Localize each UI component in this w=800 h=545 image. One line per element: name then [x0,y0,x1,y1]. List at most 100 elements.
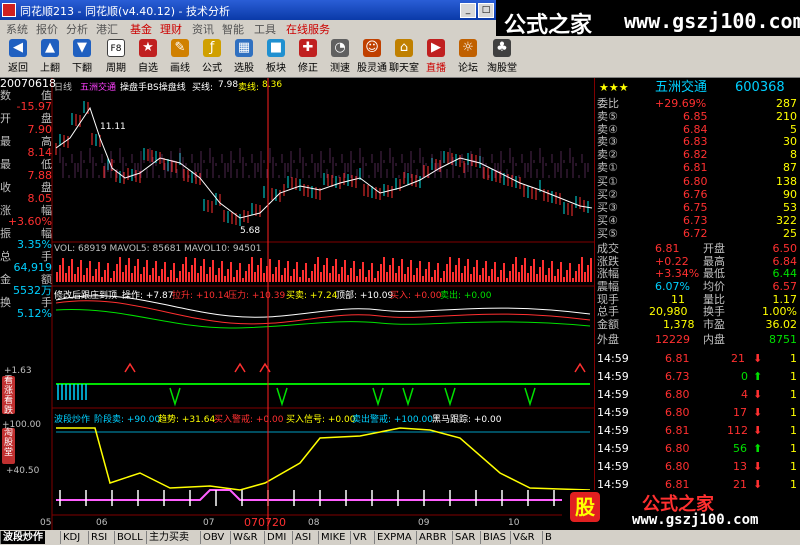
menu-news[interactable]: 资讯 [192,21,214,37]
volume-bar [398,266,400,282]
volume-bar [308,278,310,282]
indicator3-trend: 趋势: +31.64 [158,415,216,425]
tab-indicator[interactable]: ASI [292,531,313,544]
dark-horse-line [56,489,590,501]
menu-analysis[interactable]: 分析 [66,21,88,37]
volume-bar [149,275,151,282]
tab-indicator[interactable]: RSI [88,531,109,544]
indicator1-sell: 卖出: +0.00 [440,291,492,301]
menu-online[interactable]: 在线服务 [286,21,330,37]
tab-indicator[interactable]: BOLL [114,531,145,544]
formula-button[interactable]: ƒ 公式 [196,38,228,76]
tab-indicator[interactable]: DMI [264,531,288,544]
tab-bullish-bearish[interactable]: 看涨看跌 [2,376,15,416]
volume-bar [146,260,148,282]
menu-hk[interactable]: 港汇 [96,21,118,37]
volume-bar [473,267,475,282]
forum-button[interactable]: ☼ 论坛 [452,38,484,76]
indicator1-op: 操作: +7.87 [122,291,174,301]
tab-indicator[interactable]: BIAS [480,531,508,544]
volume-bar [470,274,472,282]
volume-bar [467,259,469,282]
period-button[interactable]: F8 周期 [100,38,132,76]
x-axis-label: 10 [508,518,520,528]
menu-fund[interactable]: 基金 [130,21,152,37]
favorites-button[interactable]: ★ 自选 [132,38,164,76]
sector-button[interactable]: ■ 板块 [260,38,292,76]
tick-row: 14:59 6.80 4 ⬇ 1 [595,386,800,404]
volume-bar [206,274,208,282]
draw-icon: ✎ [171,39,189,57]
volume-bar [446,264,448,282]
indicator1-buy: 买入: +0.00 [390,291,442,301]
stock-helper-button[interactable]: ☺ 股灵通 [356,38,388,76]
indicator3-buy-alert: 买入警戒: +0.00 [214,415,284,425]
menu-quote[interactable]: 报价 [36,21,58,37]
menu-smart[interactable]: 智能 [222,21,244,37]
x-axis-label: 09 [418,518,430,528]
volume-bar [200,266,202,282]
page-up-button[interactable]: ▲ 上翻 [34,38,66,76]
menu-system[interactable]: 系统 [6,21,28,37]
volume-bar [122,272,124,282]
tab-indicator[interactable]: OBV [200,531,226,544]
draw-line-button[interactable]: ✎ 画线 [164,38,196,76]
stock-helper-icon: ☺ [363,39,381,57]
volume-bar [578,264,580,282]
volume-bar [269,259,271,282]
tab-indicator[interactable]: SAR [452,531,477,544]
back-button[interactable]: ◀ 返回 [2,38,34,76]
maximize-button[interactable]: □ [478,3,494,18]
volume-bar [509,271,511,282]
volume-bar [95,269,97,282]
revise-button[interactable]: ✚ 修正 [292,38,324,76]
tab-indicator[interactable]: W&R [230,531,260,544]
volume-bar [545,275,547,282]
stock-hall-button[interactable]: ♣ 淘股堂 [484,38,520,76]
tab-indicator[interactable]: MIKE [318,531,347,544]
volume-bar [242,278,244,282]
tab-indicator[interactable]: 波段炒作 [0,531,45,544]
chart-canvas [51,78,594,530]
main-indicator-label: 操盘手BS操盘线 [120,83,186,93]
volume-bar [212,260,214,282]
tab-indicator[interactable]: V&R [510,531,537,544]
arrow-down-icon: ⬇ [753,352,763,365]
tab-indicator[interactable]: ARBR [416,531,449,544]
volume-bar [167,277,169,282]
volume-bar [362,262,364,282]
menu-finance[interactable]: 理财 [160,21,182,37]
chat-room-button[interactable]: ⌂ 聊天室 [388,38,420,76]
indicator-line [55,300,591,325]
select-stock-button[interactable]: ▦ 选股 [228,38,260,76]
volume-bar [491,269,493,282]
volume-bar [164,262,166,282]
volume-bar [170,270,172,282]
minimize-button[interactable]: _ [460,3,476,18]
volume-bar [551,261,553,282]
stock-name-label: 五洲交通 [80,83,117,93]
select-stock-icon: ▦ [235,39,253,57]
volume-bar [527,273,529,282]
volume-bar [326,258,328,282]
volume-bar [329,273,331,282]
tab-indicator[interactable]: 主力买卖 [146,531,191,544]
technical-chart[interactable] [0,78,594,530]
volume-bar [452,272,454,282]
revise-icon: ✚ [299,39,317,57]
tab-indicator[interactable]: KDJ [60,531,82,544]
tab-indicator[interactable]: B [542,531,554,544]
tab-indicator[interactable]: EXPMA [374,531,414,544]
volume-bar [449,257,451,282]
tab-stock-hall[interactable]: 淘股堂 [2,428,15,464]
tick-row: 14:59 6.81 21 ⬇ 1 [595,350,800,368]
menu-tools[interactable]: 工具 [254,21,276,37]
high-marker: 11.11 [100,122,126,132]
live-button[interactable]: ▶ 直播 [420,38,452,76]
page-down-button[interactable]: ▼ 下翻 [66,38,98,76]
speed-test-button[interactable]: ◔ 测速 [324,38,356,76]
volume-bar [263,273,265,282]
tab-indicator[interactable]: VR [350,531,369,544]
volume-bar [116,264,118,282]
volume-bar [590,258,592,282]
